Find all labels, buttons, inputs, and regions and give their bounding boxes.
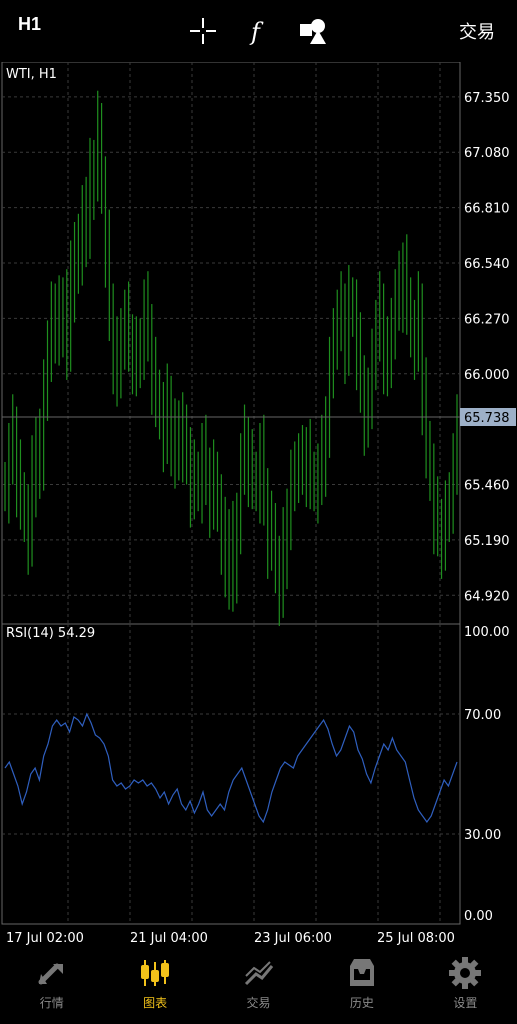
chart-icon bbox=[141, 960, 170, 986]
nav-item-chart[interactable]: 图表 bbox=[103, 952, 206, 1024]
function-icon[interactable]: f bbox=[243, 16, 273, 46]
trade-icon bbox=[244, 961, 273, 986]
price-tick-label: 66.540 bbox=[464, 257, 510, 272]
price-tick-label: 65.190 bbox=[464, 534, 510, 549]
history-icon bbox=[349, 959, 374, 986]
time-axis-label: 21 Jul 04:00 bbox=[130, 931, 208, 946]
trade-button[interactable]: 交易 bbox=[459, 18, 495, 44]
nav-item-settings[interactable]: 设置 bbox=[414, 952, 517, 1024]
price-tick-label: 66.810 bbox=[464, 202, 510, 217]
bottom-navigation: 行情 图表 交易 历史 设置 bbox=[0, 952, 517, 1024]
chart-area[interactable]: 67.350 67.080 66.810 66.540 66.270 66.000 65.4… bbox=[0, 62, 517, 952]
rsi-label: RSI(14) 54.29 bbox=[6, 626, 95, 641]
time-axis-label: 17 Jul 02:00 bbox=[6, 931, 84, 946]
rsi-tick-label: 70.00 bbox=[464, 708, 501, 723]
current-price-label: 65.738 bbox=[464, 411, 510, 426]
rsi-tick-label: 0.00 bbox=[464, 909, 493, 924]
svg-text:f: f bbox=[249, 18, 264, 46]
nav-label-chart: 图表 bbox=[143, 996, 168, 1010]
price-chart[interactable]: 67.350 67.080 66.810 66.540 66.270 66.000 65.4… bbox=[0, 62, 517, 952]
timeframe-button[interactable]: H1 bbox=[18, 14, 41, 35]
symbol-label: WTI, H1 bbox=[6, 67, 57, 82]
price-tick-label: 66.000 bbox=[464, 368, 510, 383]
quotes-icon bbox=[38, 963, 63, 985]
nav-item-trade[interactable]: 交易 bbox=[207, 952, 310, 1024]
rsi-tick-label: 100.00 bbox=[464, 625, 510, 640]
nav-label-history: 历史 bbox=[349, 996, 374, 1010]
price-tick-label: 67.080 bbox=[464, 146, 510, 161]
time-axis-label: 23 Jul 06:00 bbox=[254, 931, 332, 946]
price-tick-label: 66.270 bbox=[464, 312, 510, 327]
price-tick-label: 67.350 bbox=[464, 91, 510, 106]
nav-item-history[interactable]: 历史 bbox=[310, 952, 413, 1024]
top-toolbar: H1 f 交易 bbox=[0, 0, 517, 62]
rsi-tick-label: 30.00 bbox=[464, 828, 501, 843]
rsi-line bbox=[4, 712, 458, 824]
objects-icon[interactable] bbox=[298, 16, 328, 46]
price-tick-label: 64.920 bbox=[464, 589, 510, 604]
nav-label-settings: 设置 bbox=[453, 996, 478, 1010]
nav-label-trade: 交易 bbox=[246, 996, 271, 1010]
time-axis-label: 25 Jul 08:00 bbox=[377, 931, 455, 946]
nav-label-quotes: 行情 bbox=[39, 996, 64, 1010]
crosshair-icon[interactable] bbox=[188, 16, 218, 46]
price-tick-label: 65.460 bbox=[464, 479, 510, 494]
nav-item-quotes[interactable]: 行情 bbox=[0, 952, 103, 1024]
rsi-panel-frame bbox=[1, 623, 461, 925]
settings-icon bbox=[449, 957, 482, 989]
